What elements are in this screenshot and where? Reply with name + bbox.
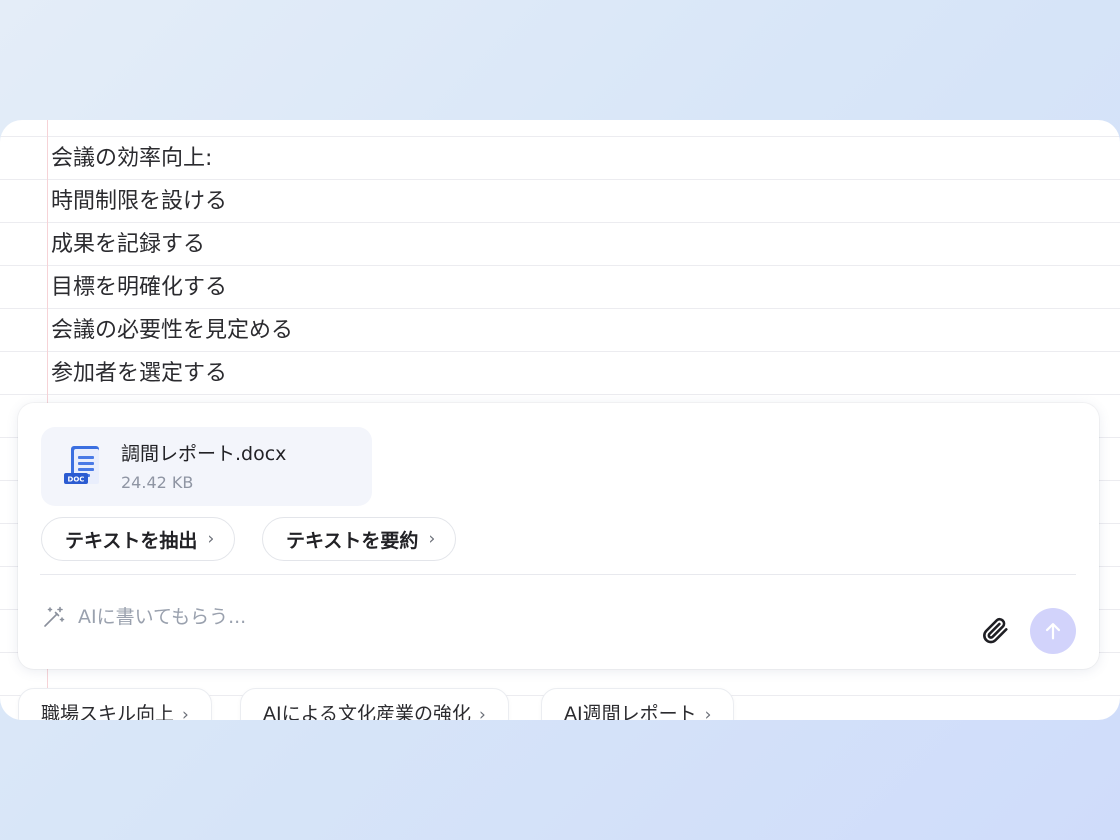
magic-wand-icon	[44, 606, 65, 627]
chevron-right-icon: ›	[207, 529, 215, 549]
suggestion-chip[interactable]: AIによる文化産業の強化 ›	[240, 688, 509, 720]
note-line: 会議の必要性を見定める	[51, 318, 294, 343]
suggestion-label: AIによる文化産業の強化	[263, 703, 472, 720]
note-line: 会議の効率向上:	[51, 146, 213, 171]
chevron-right-icon: ›	[479, 705, 486, 720]
suggestion-chip[interactable]: 職場スキル向上 ›	[18, 688, 212, 720]
composer-divider	[40, 574, 1076, 575]
suggestion-label: 職場スキル向上	[41, 703, 175, 720]
paperclip-icon[interactable]	[980, 615, 1010, 645]
note-line: 時間制限を設ける	[51, 189, 228, 214]
prompt-input[interactable]	[78, 606, 678, 628]
note-line: 成果を記録する	[51, 232, 206, 257]
prompt-row	[42, 603, 678, 631]
suggestion-label: AI週間レポート	[564, 703, 697, 720]
extract-text-label: テキストを抽出	[65, 529, 198, 552]
chevron-right-icon: ›	[704, 705, 712, 720]
attachment-card[interactable]: DOC 調間レポート.docx 24.42 KB	[41, 427, 372, 506]
chevron-right-icon: ›	[428, 529, 436, 549]
arrow-up-icon	[1045, 623, 1061, 640]
doc-badge-label: DOC	[68, 476, 85, 484]
note-line: 参加者を選定する	[51, 361, 228, 386]
send-button[interactable]	[1030, 608, 1076, 654]
summarize-text-label: テキストを要約	[286, 529, 419, 552]
extract-text-button[interactable]: テキストを抽出 ›	[41, 517, 236, 561]
summarize-text-button[interactable]: テキストを要約 ›	[262, 517, 457, 561]
chevron-right-icon: ›	[182, 705, 189, 720]
note-line: 目標を明確化する	[51, 275, 228, 300]
attachment-size: 24.42 KB	[121, 473, 194, 492]
note-list: 会議の効率向上: 時間制限を設ける 成果を記録する 目標を明確化する 会議の必要…	[51, 137, 293, 395]
doc-file-icon: DOC	[64, 446, 99, 484]
notebook-panel: 会議の効率向上: 時間制限を設ける 成果を記録する 目標を明確化する 会議の必要…	[0, 120, 1120, 720]
attachment-name: 調間レポート.docx	[121, 443, 287, 465]
ai-composer: DOC 調間レポート.docx 24.42 KB テキストを抽出 › テキストを…	[18, 403, 1099, 669]
suggestion-chip[interactable]: AI週間レポート ›	[541, 688, 735, 720]
